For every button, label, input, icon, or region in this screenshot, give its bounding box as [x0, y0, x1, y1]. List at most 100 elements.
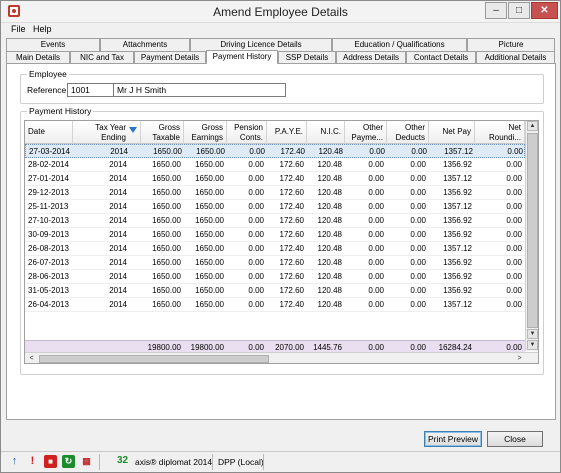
cell-gross-earnings: 1650.00 [195, 286, 224, 295]
cell-gross-taxable: 1650.00 [152, 230, 181, 239]
employee-name-field[interactable]: Mr J H Smith [113, 83, 286, 97]
horizontal-scrollbar[interactable]: < > [25, 352, 538, 363]
table-row[interactable]: 29-12-2013 2014 1650.00 1650.00 0.00 172.60 12… [25, 186, 525, 200]
cell-net-pay: 1356.92 [443, 216, 472, 225]
up-arrow-icon[interactable]: ↑ [8, 455, 21, 468]
cell-gross-taxable: 1650.00 [152, 216, 181, 225]
scroll-left-icon[interactable]: < [26, 354, 37, 363]
scroll-totals-down-icon[interactable]: ▼ [527, 340, 538, 350]
col-date[interactable]: Date [25, 121, 73, 144]
cell-other-deducts: 0.00 [410, 258, 426, 267]
scroll-right-icon[interactable]: > [514, 354, 525, 363]
cell-gross-taxable: 1650.00 [152, 286, 181, 295]
table-row[interactable]: 26-08-2013 2014 1650.00 1650.00 0.00 172.40 12… [25, 242, 525, 256]
maximize-button[interactable]: □ [508, 2, 530, 19]
cell-gross-earnings: 1650.00 [195, 216, 224, 225]
refresh-icon[interactable]: ↻ [62, 455, 75, 468]
table-row[interactable]: 25-11-2013 2014 1650.00 1650.00 0.00 172.40 12… [25, 200, 525, 214]
table-row[interactable]: 26-07-2013 2014 1650.00 1650.00 0.00 172.60 12… [25, 256, 525, 270]
print-preview-button[interactable]: Print Preview [424, 431, 482, 447]
col-pension-conts[interactable]: Pension Conts. [227, 121, 267, 144]
cell-other-payments: 0.00 [368, 188, 384, 197]
cell-other-deducts: 0.00 [410, 188, 426, 197]
cell-gross-taxable: 1650.00 [152, 272, 181, 281]
tab-payment-history[interactable]: Payment History [206, 50, 278, 64]
vertical-scrollbar[interactable]: ▲ ▼ ▼ [525, 121, 538, 351]
col-net-pay[interactable]: Net Pay [429, 121, 475, 144]
reference-label: Reference [27, 85, 67, 95]
scroll-up-icon[interactable]: ▲ [527, 121, 538, 131]
cell-tax-year: 2014 [109, 258, 127, 267]
cell-date: 26-04-2013 [28, 300, 69, 309]
cell-paye: 172.60 [279, 230, 304, 239]
cell-gross-taxable: 1650.00 [152, 188, 181, 197]
vertical-scroll-thumb[interactable] [527, 133, 538, 328]
cell-nic: 120.48 [317, 202, 342, 211]
scroll-down-icon[interactable]: ▼ [527, 329, 538, 339]
table-row[interactable]: 31-05-2013 2014 1650.00 1650.00 0.00 172.60 12… [25, 284, 525, 298]
cell-gross-earnings: 1650.00 [195, 272, 224, 281]
tab-education[interactable]: Education / Qualifications [332, 38, 467, 51]
cell-other-payments: 0.00 [368, 174, 384, 183]
tab-events[interactable]: Events [6, 38, 100, 51]
table-row[interactable]: 27-01-2014 2014 1650.00 1650.00 0.00 172.40 12… [25, 172, 525, 186]
col-paye[interactable]: P.A.Y.E. [267, 121, 307, 144]
col-gross-taxable[interactable]: Gross Taxable [141, 121, 184, 144]
status-database: DPP (Local) [218, 457, 264, 467]
cell-other-payments: 0.00 [368, 244, 384, 253]
cell-net-pay: 1357.12 [444, 147, 473, 156]
cell-date: 27-01-2014 [28, 174, 69, 183]
cell-gross-taxable: 1650.00 [152, 160, 181, 169]
table-row[interactable]: 30-09-2013 2014 1650.00 1650.00 0.00 172.60 12… [25, 228, 525, 242]
stop-icon[interactable]: ■ [44, 455, 57, 468]
minimize-button[interactable]: – [485, 2, 507, 19]
close-button[interactable]: Close [487, 431, 543, 447]
cell-pension-conts: 0.00 [248, 258, 264, 267]
table-row[interactable]: 28-06-2013 2014 1650.00 1650.00 0.00 172.60 12… [25, 270, 525, 284]
payment-history-grid[interactable]: Date Tax Year Ending Gross Taxable Gross Ea… [24, 120, 539, 364]
cell-pension-conts: 0.00 [248, 244, 264, 253]
table-row[interactable]: 28-02-2014 2014 1650.00 1650.00 0.00 172.60 12… [25, 158, 525, 172]
menu-file[interactable]: File [11, 24, 26, 34]
spreadsheet-icon[interactable]: ▦ [80, 455, 93, 468]
menu-help[interactable]: Help [33, 24, 52, 34]
status-product: axis® diplomat 2014 [135, 457, 213, 467]
table-row[interactable]: 27-10-2013 2014 1650.00 1650.00 0.00 172.60 12… [25, 214, 525, 228]
table-row[interactable]: 27-03-2014 2014 1650.00 1650.00 0.00 172.40 12… [25, 144, 525, 158]
cell-nic: 120.48 [317, 230, 342, 239]
status-count: 32 [117, 455, 129, 466]
cell-date: 30-09-2013 [28, 230, 69, 239]
col-gross-earnings[interactable]: Gross Earnings [184, 121, 227, 144]
cell-tax-year: 2014 [109, 272, 127, 281]
horizontal-scroll-thumb[interactable] [39, 355, 269, 363]
cell-gross-earnings: 1650.00 [195, 300, 224, 309]
cell-other-deducts: 0.00 [410, 216, 426, 225]
alert-icon[interactable]: ! [26, 455, 39, 468]
cell-nic: 120.48 [317, 300, 342, 309]
cell-gross-earnings: 1650.00 [195, 258, 224, 267]
tab-attachments[interactable]: Attachments [100, 38, 190, 51]
close-window-button[interactable]: ✕ [531, 2, 558, 19]
cell-tax-year: 2014 [110, 147, 128, 156]
col-other-deducts[interactable]: Other Deducts [387, 121, 429, 144]
cell-tax-year: 2014 [109, 160, 127, 169]
cell-other-payments: 0.00 [368, 258, 384, 267]
title-bar: Amend Employee Details – □ ✕ [1, 1, 560, 23]
col-other-payments[interactable]: Other Payme... [345, 121, 387, 144]
cell-other-deducts: 0.00 [410, 160, 426, 169]
col-tax-year-ending[interactable]: Tax Year Ending [73, 121, 141, 144]
cell-paye: 172.60 [279, 160, 304, 169]
cell-pension-conts: 0.00 [248, 300, 264, 309]
tab-picture[interactable]: Picture [467, 38, 555, 51]
employee-group-label: Employee [27, 69, 69, 79]
col-nic[interactable]: N.I.C. [307, 121, 345, 144]
cell-net-rounding: 0.00 [506, 160, 522, 169]
table-row[interactable]: 26-04-2013 2014 1650.00 1650.00 0.00 172.40 12… [25, 298, 525, 312]
cell-other-deducts: 0.00 [410, 300, 426, 309]
filter-icon[interactable] [129, 127, 137, 133]
cell-other-payments: 0.00 [369, 147, 385, 156]
cell-gross-earnings: 1650.00 [195, 188, 224, 197]
cell-paye: 172.60 [279, 216, 304, 225]
col-net-rounding[interactable]: Net Roundi... [475, 121, 525, 144]
cell-nic: 120.48 [317, 160, 342, 169]
